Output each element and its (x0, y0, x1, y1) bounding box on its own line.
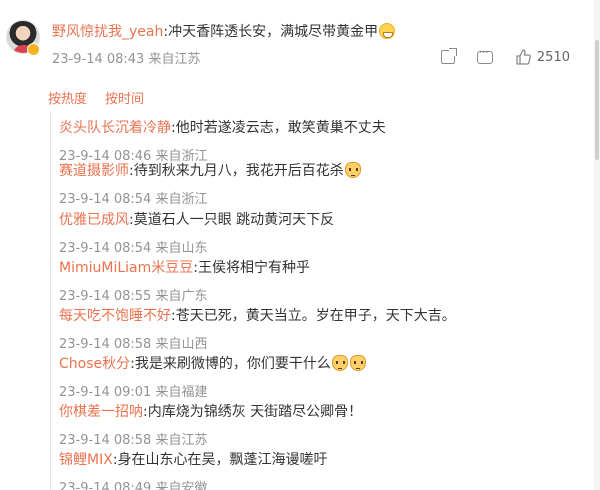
list-item: MimiuMiLiam米豆豆:王侯将相宁有种乎 23-9-14 08:55 来自… (59, 258, 589, 304)
reply-location: 来自福建 (155, 385, 208, 400)
reply-username[interactable]: 你棋差一招呐 (59, 404, 143, 420)
reply-username[interactable]: MimiuMiLiam米豆豆 (59, 260, 193, 276)
reply-timestamp: 23-9-14 08:54 (59, 241, 152, 256)
reply-timestamp: 23-9-14 08:55 (59, 289, 152, 304)
reply-timestamp: 23-9-14 08:58 (59, 433, 152, 448)
reply-text: 你棋差一招呐:内库烧为锦绣灰 天街踏尽公卿骨！ (59, 402, 589, 422)
share-icon[interactable] (440, 48, 457, 64)
cat-emoji-icon (344, 162, 361, 178)
main-comment-meta: 23-9-14 08:43 来自江苏 (52, 48, 201, 67)
reply-location: 来自浙江 (155, 192, 208, 207)
reply-text: 优雅已成风:莫道石人一只眼 跳动黄河天下反 (59, 210, 589, 230)
main-comment-actions: 2510 (440, 48, 570, 66)
list-item: 优雅已成风:莫道石人一只眼 跳动黄河天下反 23-9-14 08:54 来自山东 (59, 210, 589, 256)
like-button[interactable]: 2510 (515, 49, 570, 65)
reply-meta: 23-9-14 09:01 来自福建 (59, 381, 589, 400)
list-item: 你棋差一招呐:内库烧为锦绣灰 天街踏尽公卿骨！ 23-9-14 08:58 来自… (59, 402, 589, 448)
list-item: 炎头队长沉着冷静:他时若遂凌云志，敢笑黄巢不丈夫 23-9-14 08:46 来… (59, 118, 589, 164)
main-comment-location: 来自江苏 (148, 52, 201, 67)
reply-meta: 23-9-14 08:58 来自山西 (59, 333, 589, 352)
reply-location: 来自安徽 (155, 481, 208, 490)
reply-meta: 23-9-14 08:58 来自江苏 (59, 429, 589, 448)
reply-content: :待到秋来九月八，我花开后百花杀 (129, 163, 344, 179)
reply-text: Chose秋分:我是来刷微博的，你们要干什么 (59, 354, 589, 374)
sort-tabs: 按热度 按时间 (48, 88, 144, 107)
reply-username[interactable]: 每天吃不饱睡不好 (59, 308, 171, 324)
reply-location: 来自广东 (155, 289, 208, 304)
reply-timestamp: 23-9-14 09:01 (59, 385, 152, 400)
scrollbar[interactable] (594, 0, 600, 490)
reply-username[interactable]: 赛道摄影师 (59, 163, 129, 179)
reply-content: :内库烧为锦绣灰 天街踏尽公卿骨！ (143, 404, 363, 420)
reply-username[interactable]: 锦鲤MIX (59, 452, 113, 468)
thumbs-up-icon (516, 49, 531, 65)
reply-text: 锦鲤MIX:身在山东心在吴，飘蓬江海谩嗟吁 (59, 450, 589, 470)
list-item: 锦鲤MIX:身在山东心在吴，飘蓬江海谩嗟吁 23-9-14 08:49 来自安徽 (59, 450, 589, 490)
cat-emoji-icon (349, 355, 366, 371)
reply-text: MimiuMiLiam米豆豆:王侯将相宁有种乎 (59, 258, 589, 278)
reply-location: 来自江苏 (155, 433, 208, 448)
reply-content: :他时若遂凌云志，敢笑黄巢不丈夫 (171, 120, 386, 136)
reply-content: :苍天已死，黄天当立。岁在甲子，天下大吉。 (171, 308, 456, 324)
list-item: 每天吃不饱睡不好:苍天已死，黄天当立。岁在甲子，天下大吉。 23-9-14 08… (59, 306, 589, 352)
reply-content: :王侯将相宁有种乎 (193, 260, 310, 276)
comment-icon[interactable] (476, 48, 493, 64)
reply-text: 炎头队长沉着冷静:他时若遂凌云志，敢笑黄巢不丈夫 (59, 118, 589, 138)
reply-timestamp: 23-9-14 08:49 (59, 481, 152, 490)
reply-location: 来自山东 (155, 241, 208, 256)
reply-meta: 23-9-14 08:54 来自山东 (59, 237, 589, 256)
tab-sort-by-time[interactable]: 按时间 (105, 88, 144, 107)
reply-content: :我是来刷微博的，你们要干什么 (130, 356, 331, 372)
main-comment-content: :冲天香阵透长安，满城尽带黄金甲 (163, 24, 379, 40)
reply-username[interactable]: Chose秋分 (59, 356, 130, 372)
reply-meta: 23-9-14 08:49 来自安徽 (59, 477, 589, 490)
main-comment-text: 野风惊扰我_yeah:冲天香阵透长安，满城尽带黄金甲 (52, 21, 396, 41)
reply-location: 来自山西 (155, 337, 208, 352)
reply-username[interactable]: 炎头队长沉着冷静 (59, 120, 171, 136)
cat-emoji-icon (331, 355, 348, 371)
reply-content: :莫道石人一只眼 跳动黄河天下反 (129, 212, 335, 228)
list-item: Chose秋分:我是来刷微博的，你们要干什么 23-9-14 09:01 来自福… (59, 354, 589, 400)
list-item: 赛道摄影师:待到秋来九月八，我花开后百花杀 23-9-14 08:54 来自浙江 (59, 161, 589, 207)
main-comment: 野风惊扰我_yeah:冲天香阵透长安，满城尽带黄金甲 23-9-14 08:43… (0, 0, 600, 80)
tab-sort-by-hot[interactable]: 按热度 (48, 88, 87, 107)
reply-timestamp: 23-9-14 08:54 (59, 192, 152, 207)
main-comment-timestamp: 23-9-14 08:43 (52, 52, 145, 67)
grin-emoji-icon (379, 23, 396, 39)
reply-timestamp: 23-9-14 08:58 (59, 337, 152, 352)
reply-text: 赛道摄影师:待到秋来九月八，我花开后百花杀 (59, 161, 589, 181)
main-comment-username[interactable]: 野风惊扰我_yeah (52, 24, 163, 40)
reply-meta: 23-9-14 08:55 来自广东 (59, 285, 589, 304)
like-count: 2510 (536, 49, 570, 65)
reply-list: 炎头队长沉着冷静:他时若遂凌云志，敢笑黄巢不丈夫 23-9-14 08:46 来… (50, 112, 590, 490)
reply-text: 每天吃不饱睡不好:苍天已死，黄天当立。岁在甲子，天下大吉。 (59, 306, 589, 326)
scrollbar-thumb[interactable] (595, 40, 599, 160)
reply-content: :身在山东心在吴，飘蓬江海谩嗟吁 (112, 452, 328, 468)
vip-badge-icon (27, 43, 40, 56)
reply-username[interactable]: 优雅已成风 (59, 212, 129, 228)
reply-meta: 23-9-14 08:54 来自浙江 (59, 188, 589, 207)
